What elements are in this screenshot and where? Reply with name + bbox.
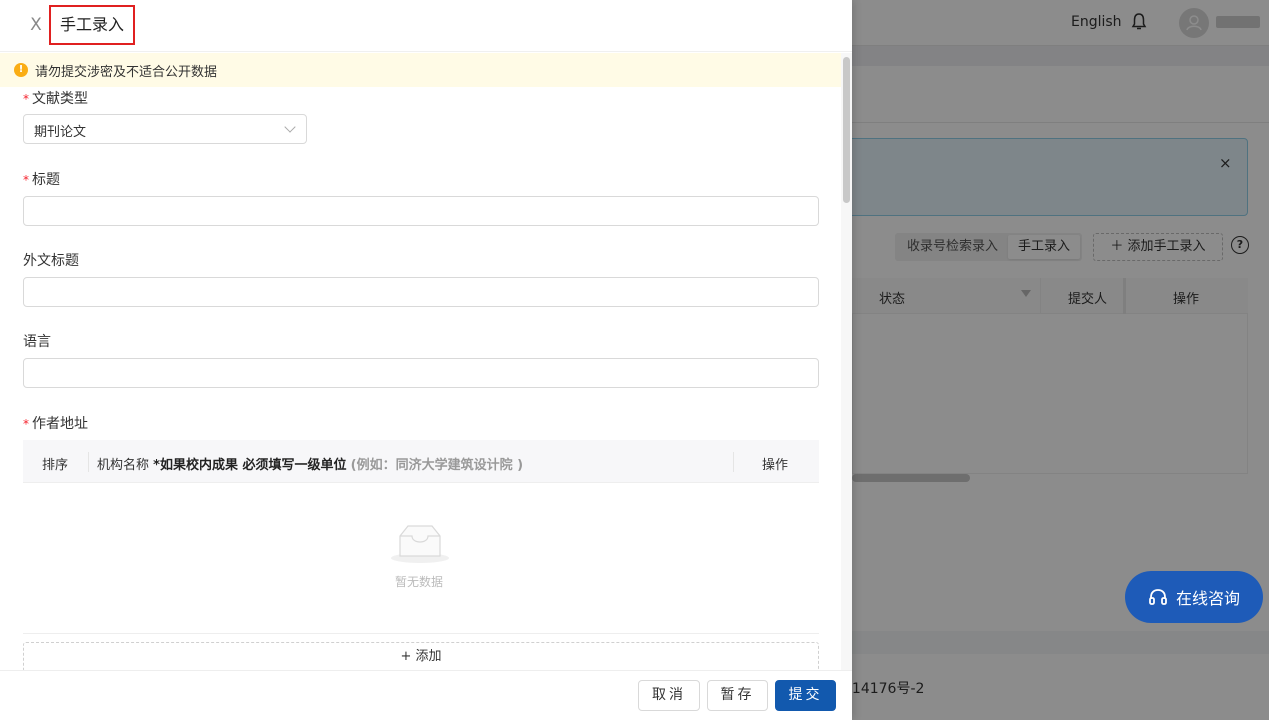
column-action: 操作 [762,458,789,473]
title-label: * 标题 [23,169,60,189]
warning-text: 请勿提交涉密及不适合公开数据 [35,65,218,80]
vertical-scroll-thumb[interactable] [843,57,850,203]
submit-button[interactable]: 提交 [775,680,836,711]
address-table-header: 排序 机构名称 *如果校内成果 必须填写一级单位 (例如：同济大学建筑设计院 )… [23,440,819,483]
language-input[interactable] [23,358,819,388]
close-icon[interactable]: X [28,15,44,35]
doc-type-select[interactable]: 期刊论文 [23,114,307,144]
language-label: 语言 [23,334,51,350]
author-address-label-text: 作者地址 [32,416,88,432]
headset-icon [1149,589,1167,605]
column-order: 排序 [42,458,69,473]
foreign-title-label: 外文标题 [23,253,79,269]
online-consult-label: 在线咨询 [1175,589,1240,608]
doc-type-value: 期刊论文 [34,125,87,140]
required-mark: * [23,417,29,431]
org-name-example: (例如：同济大学建筑设计院 ) [350,458,524,473]
author-address-label: * 作者地址 [23,413,88,433]
title-label-text: 标题 [32,172,60,188]
doc-type-label: * 文献类型 [23,88,88,108]
exclamation-icon: ! [14,63,28,77]
warning-bar: ! 请勿提交涉密及不适合公开数据 [0,53,841,87]
org-name-hint: *如果校内成果 必须填写一级单位 [153,458,347,473]
empty-inbox-icon [391,525,449,563]
cancel-button[interactable]: 取消 [638,680,700,711]
drawer-title: 手工录入 [49,5,135,45]
table-bottom-border [23,633,819,634]
chevron-down-icon [284,121,296,133]
foreign-title-input[interactable] [23,277,819,307]
org-name-text: 机构名称 [97,458,150,473]
save-draft-button[interactable]: 暂存 [707,680,768,711]
required-mark: * [23,173,29,187]
column-separator [733,452,734,472]
manual-entry-drawer: X 手工录入 ! 请勿提交涉密及不适合公开数据 * 文献类型 期刊论文 * 标题 外… [0,0,852,720]
title-input[interactable] [23,196,819,226]
column-separator [88,452,89,472]
required-mark: * [23,92,29,106]
doc-type-label-text: 文献类型 [32,91,88,107]
empty-text: 暂无数据 [395,575,444,589]
drawer-header: X 手工录入 [0,0,852,52]
column-org-name: 机构名称 *如果校内成果 必须填写一级单位 (例如：同济大学建筑设计院 ) [97,454,523,473]
online-consult-button[interactable]: 在线咨询 [1125,571,1263,623]
add-address-button[interactable]: + 添加 [23,642,819,672]
